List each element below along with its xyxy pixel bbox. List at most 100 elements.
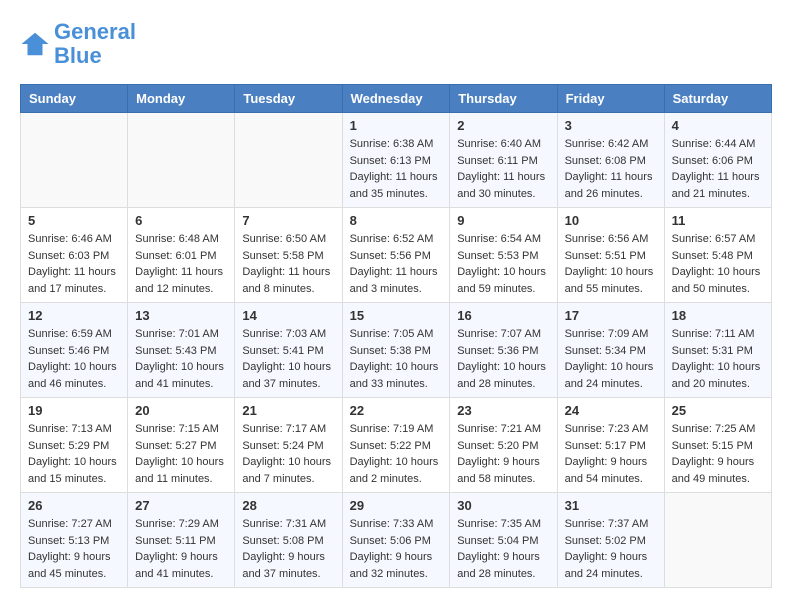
calendar-cell: 19 Sunrise: 7:13 AM Sunset: 5:29 PM Dayli… [21, 398, 128, 493]
day-info: Sunrise: 7:21 AM Sunset: 5:20 PM Dayligh… [457, 421, 549, 487]
calendar-cell: 6 Sunrise: 6:48 AM Sunset: 6:01 PM Daylig… [128, 208, 235, 303]
day-info: Sunrise: 6:46 AM Sunset: 6:03 PM Dayligh… [28, 231, 120, 297]
calendar-cell: 2 Sunrise: 6:40 AM Sunset: 6:11 PM Daylig… [450, 113, 557, 208]
day-info: Sunrise: 7:31 AM Sunset: 5:08 PM Dayligh… [242, 516, 334, 582]
calendar-cell: 15 Sunrise: 7:05 AM Sunset: 5:38 PM Dayli… [342, 303, 450, 398]
day-info: Sunrise: 7:13 AM Sunset: 5:29 PM Dayligh… [28, 421, 120, 487]
calendar-cell [664, 493, 771, 588]
day-info: Sunrise: 7:27 AM Sunset: 5:13 PM Dayligh… [28, 516, 120, 582]
day-info: Sunrise: 7:01 AM Sunset: 5:43 PM Dayligh… [135, 326, 227, 392]
weekday-header-row: SundayMondayTuesdayWednesdayThursdayFrid… [21, 85, 772, 113]
day-info: Sunrise: 7:09 AM Sunset: 5:34 PM Dayligh… [565, 326, 657, 392]
day-info: Sunrise: 7:35 AM Sunset: 5:04 PM Dayligh… [457, 516, 549, 582]
calendar-cell: 27 Sunrise: 7:29 AM Sunset: 5:11 PM Dayli… [128, 493, 235, 588]
day-number: 30 [457, 498, 549, 513]
calendar-cell: 14 Sunrise: 7:03 AM Sunset: 5:41 PM Dayli… [235, 303, 342, 398]
page-header: General Blue [20, 20, 772, 68]
day-number: 3 [565, 118, 657, 133]
day-info: Sunrise: 6:56 AM Sunset: 5:51 PM Dayligh… [565, 231, 657, 297]
calendar-cell: 11 Sunrise: 6:57 AM Sunset: 5:48 PM Dayli… [664, 208, 771, 303]
calendar-cell: 3 Sunrise: 6:42 AM Sunset: 6:08 PM Daylig… [557, 113, 664, 208]
calendar-cell: 17 Sunrise: 7:09 AM Sunset: 5:34 PM Dayli… [557, 303, 664, 398]
weekday-header-wednesday: Wednesday [342, 85, 450, 113]
day-info: Sunrise: 7:29 AM Sunset: 5:11 PM Dayligh… [135, 516, 227, 582]
day-number: 4 [672, 118, 764, 133]
day-number: 16 [457, 308, 549, 323]
day-info: Sunrise: 7:33 AM Sunset: 5:06 PM Dayligh… [350, 516, 443, 582]
day-number: 17 [565, 308, 657, 323]
weekday-header-monday: Monday [128, 85, 235, 113]
day-number: 31 [565, 498, 657, 513]
calendar-cell: 5 Sunrise: 6:46 AM Sunset: 6:03 PM Daylig… [21, 208, 128, 303]
day-number: 6 [135, 213, 227, 228]
calendar-cell [235, 113, 342, 208]
calendar-cell: 21 Sunrise: 7:17 AM Sunset: 5:24 PM Dayli… [235, 398, 342, 493]
day-number: 29 [350, 498, 443, 513]
day-number: 24 [565, 403, 657, 418]
calendar-week-1: 1 Sunrise: 6:38 AM Sunset: 6:13 PM Daylig… [21, 113, 772, 208]
calendar-cell: 25Sunrise: 7:25 AM Sunset: 5:15 PM Dayli… [664, 398, 771, 493]
day-info: Sunrise: 7:07 AM Sunset: 5:36 PM Dayligh… [457, 326, 549, 392]
day-info: Sunrise: 6:40 AM Sunset: 6:11 PM Dayligh… [457, 136, 549, 202]
calendar-cell: 13 Sunrise: 7:01 AM Sunset: 5:43 PM Dayli… [128, 303, 235, 398]
day-number: 5 [28, 213, 120, 228]
calendar-cell: 23 Sunrise: 7:21 AM Sunset: 5:20 PM Dayli… [450, 398, 557, 493]
day-info: Sunrise: 7:17 AM Sunset: 5:24 PM Dayligh… [242, 421, 334, 487]
day-info: Sunrise: 6:38 AM Sunset: 6:13 PM Dayligh… [350, 136, 443, 202]
calendar-cell: 4Sunrise: 6:44 AM Sunset: 6:06 PM Daylig… [664, 113, 771, 208]
day-number: 26 [28, 498, 120, 513]
calendar-week-3: 12Sunrise: 6:59 AM Sunset: 5:46 PM Dayli… [21, 303, 772, 398]
day-number: 20 [135, 403, 227, 418]
calendar-cell: 10 Sunrise: 6:56 AM Sunset: 5:51 PM Dayli… [557, 208, 664, 303]
calendar-cell: 30 Sunrise: 7:35 AM Sunset: 5:04 PM Dayli… [450, 493, 557, 588]
day-number: 7 [242, 213, 334, 228]
calendar-cell: 18 Sunrise: 7:11 AM Sunset: 5:31 PM Dayli… [664, 303, 771, 398]
day-info: Sunrise: 6:42 AM Sunset: 6:08 PM Dayligh… [565, 136, 657, 202]
calendar-week-4: 19 Sunrise: 7:13 AM Sunset: 5:29 PM Dayli… [21, 398, 772, 493]
calendar-cell: 20 Sunrise: 7:15 AM Sunset: 5:27 PM Dayli… [128, 398, 235, 493]
day-number: 11 [672, 213, 764, 228]
calendar-table: SundayMondayTuesdayWednesdayThursdayFrid… [20, 84, 772, 588]
calendar-cell: 28 Sunrise: 7:31 AM Sunset: 5:08 PM Dayli… [235, 493, 342, 588]
calendar-cell: 24 Sunrise: 7:23 AM Sunset: 5:17 PM Dayli… [557, 398, 664, 493]
day-number: 1 [350, 118, 443, 133]
day-number: 18 [672, 308, 764, 323]
day-info: Sunrise: 6:57 AM Sunset: 5:48 PM Dayligh… [672, 231, 764, 297]
calendar-cell: 16 Sunrise: 7:07 AM Sunset: 5:36 PM Dayli… [450, 303, 557, 398]
day-number: 15 [350, 308, 443, 323]
day-number: 10 [565, 213, 657, 228]
day-info: Sunrise: 6:48 AM Sunset: 6:01 PM Dayligh… [135, 231, 227, 297]
day-number: 9 [457, 213, 549, 228]
calendar-cell: 9Sunrise: 6:54 AM Sunset: 5:53 PM Daylig… [450, 208, 557, 303]
day-number: 28 [242, 498, 334, 513]
calendar-cell: 8Sunrise: 6:52 AM Sunset: 5:56 PM Daylig… [342, 208, 450, 303]
day-info: Sunrise: 7:11 AM Sunset: 5:31 PM Dayligh… [672, 326, 764, 392]
day-info: Sunrise: 7:05 AM Sunset: 5:38 PM Dayligh… [350, 326, 443, 392]
day-number: 23 [457, 403, 549, 418]
calendar-cell: 31 Sunrise: 7:37 AM Sunset: 5:02 PM Dayli… [557, 493, 664, 588]
day-number: 13 [135, 308, 227, 323]
day-info: Sunrise: 6:52 AM Sunset: 5:56 PM Dayligh… [350, 231, 443, 297]
weekday-header-saturday: Saturday [664, 85, 771, 113]
day-info: Sunrise: 6:59 AM Sunset: 5:46 PM Dayligh… [28, 326, 120, 392]
day-info: Sunrise: 7:37 AM Sunset: 5:02 PM Dayligh… [565, 516, 657, 582]
calendar-cell: 12Sunrise: 6:59 AM Sunset: 5:46 PM Dayli… [21, 303, 128, 398]
calendar-cell: 1 Sunrise: 6:38 AM Sunset: 6:13 PM Daylig… [342, 113, 450, 208]
weekday-header-thursday: Thursday [450, 85, 557, 113]
calendar-cell [21, 113, 128, 208]
day-info: Sunrise: 7:25 AM Sunset: 5:15 PM Dayligh… [672, 421, 764, 487]
day-number: 19 [28, 403, 120, 418]
day-info: Sunrise: 7:15 AM Sunset: 5:27 PM Dayligh… [135, 421, 227, 487]
calendar-week-2: 5 Sunrise: 6:46 AM Sunset: 6:03 PM Daylig… [21, 208, 772, 303]
day-info: Sunrise: 7:03 AM Sunset: 5:41 PM Dayligh… [242, 326, 334, 392]
day-number: 14 [242, 308, 334, 323]
logo-text: General Blue [54, 20, 136, 68]
weekday-header-friday: Friday [557, 85, 664, 113]
calendar-cell: 22Sunrise: 7:19 AM Sunset: 5:22 PM Dayli… [342, 398, 450, 493]
day-number: 21 [242, 403, 334, 418]
day-number: 22 [350, 403, 443, 418]
day-info: Sunrise: 7:23 AM Sunset: 5:17 PM Dayligh… [565, 421, 657, 487]
day-number: 2 [457, 118, 549, 133]
day-number: 27 [135, 498, 227, 513]
weekday-header-sunday: Sunday [21, 85, 128, 113]
